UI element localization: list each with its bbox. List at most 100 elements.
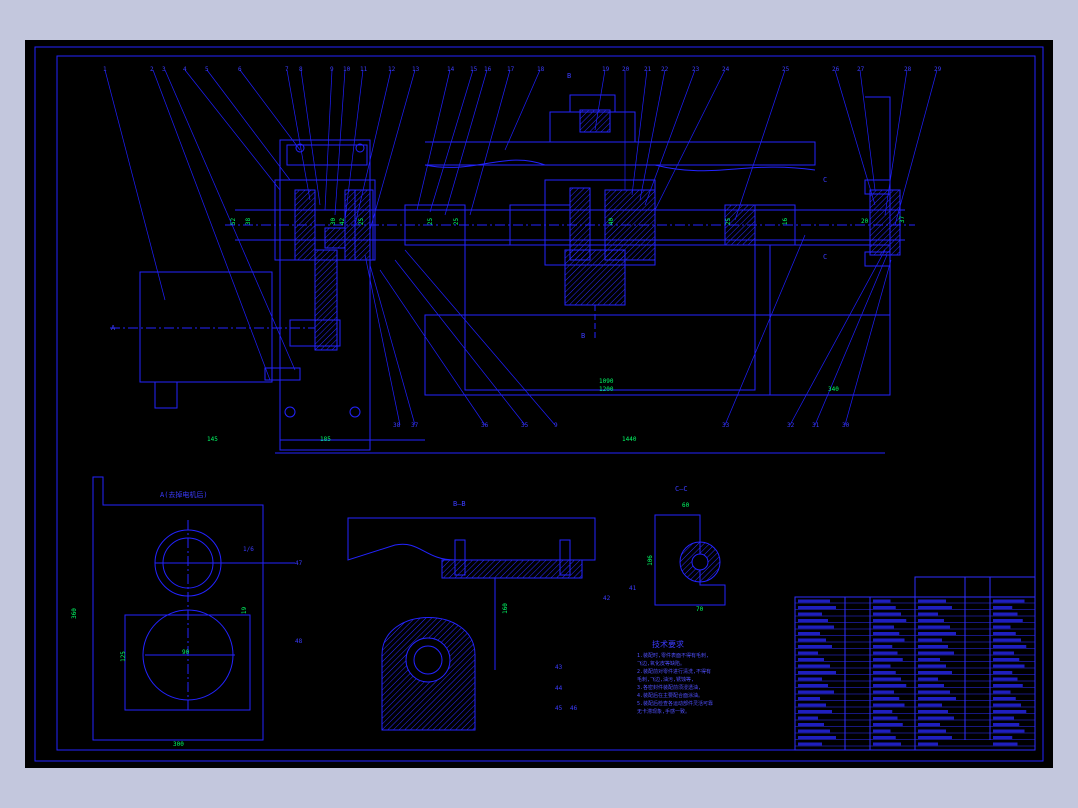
label-section-cc: C—C <box>675 485 688 493</box>
section-bb <box>347 517 596 731</box>
bom-cell-text <box>873 684 907 687</box>
bom-cell-text <box>993 736 1013 739</box>
bom-cell-text <box>918 671 952 674</box>
bom-cell-text <box>918 599 946 603</box>
bom-cell-text <box>993 690 1011 694</box>
dim-40: 40 <box>608 217 616 226</box>
gearbox-housing <box>264 139 376 451</box>
dim-25c: 25 <box>453 217 461 226</box>
bom-cell-text <box>798 677 822 681</box>
balloon: 9 <box>330 66 334 73</box>
dim-37: 37 <box>899 215 907 224</box>
bom-cell-text <box>798 625 834 629</box>
assembly-drawing <box>34 46 1044 762</box>
mark-c-bottom: C <box>823 253 828 261</box>
bom-cell-text <box>993 742 1018 746</box>
bom-cell-text <box>918 716 954 720</box>
dim-340: 340 <box>828 386 839 393</box>
dim-25d: 25 <box>725 217 733 226</box>
balloon: 13 <box>412 66 420 73</box>
bom-cell-text <box>993 651 1014 655</box>
bom-cell-text <box>918 742 938 746</box>
balloon: 18 <box>537 66 545 73</box>
balloon: 21 <box>644 66 652 73</box>
dim-1090: 1090 <box>599 378 614 385</box>
balloon: 3 <box>162 66 166 73</box>
dim-16: 16 <box>782 217 790 226</box>
note-line: 2.装配前对零件进行清洗,不得有 <box>637 669 712 675</box>
bom-cell-text <box>993 684 1023 687</box>
bom-cell-text <box>918 619 944 622</box>
bom-cell-text <box>798 658 824 661</box>
bom-cell-text <box>798 729 830 733</box>
bom-cell-text <box>798 742 822 746</box>
bom-cell-text <box>873 664 891 668</box>
bom-cell-text <box>873 606 896 609</box>
balloon: 15 <box>470 66 478 73</box>
dim-30: 30 <box>330 217 338 226</box>
bom-cell-text <box>798 697 820 700</box>
balloon: 19 <box>602 66 610 73</box>
bom-cell-text <box>993 677 1018 681</box>
note-line: 无卡滞现象,手感一致。 <box>637 709 691 715</box>
bom-cell-text <box>993 703 1021 707</box>
dim-av-height: 360 <box>70 608 78 619</box>
bom-cell-text <box>918 658 940 661</box>
balloon: 35 <box>521 422 529 429</box>
balloon: 29 <box>934 66 942 73</box>
bom-cell-text <box>798 690 834 694</box>
note-line: 5.装配后检查各运动部件灵活可靠 <box>637 701 714 707</box>
dim-1440: 1440 <box>622 436 637 443</box>
dim-20: 20 <box>861 218 869 225</box>
bom-cell-text <box>918 690 950 694</box>
dim-av-19: 19 <box>241 606 249 615</box>
bom-cell-text <box>918 632 956 635</box>
balloon: 12 <box>388 66 396 73</box>
bom-cell-text <box>873 729 891 733</box>
balloon: 8 <box>299 66 303 73</box>
bom-cell-text <box>993 664 1025 668</box>
bom-cell-text <box>993 632 1016 635</box>
balloon: 45 <box>555 705 563 712</box>
bom-cell-text <box>873 612 901 616</box>
bom-cell-text <box>918 612 938 616</box>
note-line: 4.装配后在主要配合面涂油。 <box>637 693 704 699</box>
bom-cell-text <box>918 645 948 648</box>
bom-cell-text <box>993 625 1011 629</box>
balloon: 4 <box>183 66 187 73</box>
bom-cell-text <box>993 619 1023 622</box>
mark-c-top: C <box>823 176 828 184</box>
bom-cell-text <box>873 658 903 661</box>
bom-cell-text <box>918 638 942 642</box>
balloon: 37 <box>411 422 419 429</box>
bom-cell-text <box>798 651 818 655</box>
balloon: 2 <box>150 66 154 73</box>
bom-cell-text <box>873 599 891 603</box>
bom-cell-text <box>873 638 905 642</box>
bom-cell-text <box>798 703 826 707</box>
balloon: 33 <box>722 422 730 429</box>
bom-cell-text <box>993 710 1027 713</box>
balloon: 47 <box>295 560 303 567</box>
balloon: 48 <box>295 638 303 645</box>
cad-viewport[interactable]: A(去掉电机后) B—B C—C A B B C C 52 38 30 42 2… <box>25 40 1053 768</box>
bom-cell-text <box>798 612 822 616</box>
balloon: 20 <box>622 66 630 73</box>
dim-145: 145 <box>207 436 218 443</box>
label-view-a: A(去掉电机后) <box>160 491 208 499</box>
balloon: 43 <box>555 664 563 671</box>
bom-cell-text <box>993 671 1013 674</box>
bom-cell-text <box>873 742 901 746</box>
bom-cell-text <box>993 716 1014 720</box>
balloon: 25 <box>782 66 790 73</box>
mark-a: A <box>111 324 116 332</box>
note-line: 飞边,氧化皮等缺陷。 <box>637 661 686 667</box>
bom-cell-text <box>918 651 954 655</box>
bom-cell-text <box>873 625 894 629</box>
balloon: 46 <box>570 705 578 712</box>
bom-cell-text <box>798 606 836 609</box>
bom-cell-text <box>918 703 942 707</box>
balloon: 38 <box>393 422 401 429</box>
mark-b-bottom: B <box>581 332 586 340</box>
bom-cell-text <box>993 599 1025 603</box>
